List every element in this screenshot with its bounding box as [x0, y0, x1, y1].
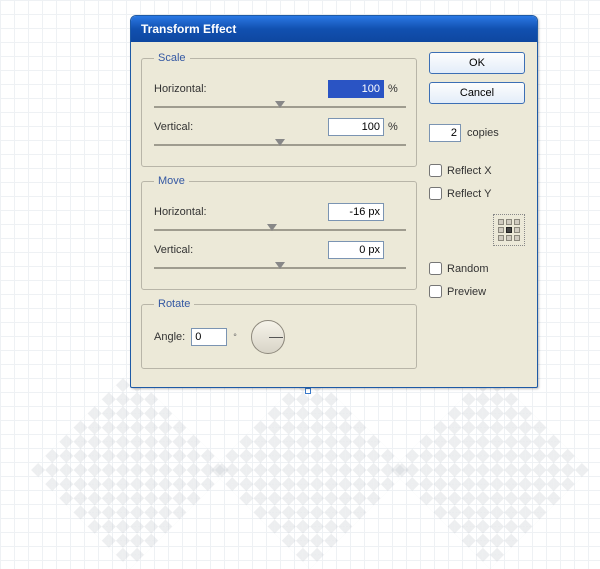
random-row[interactable]: Random	[429, 262, 525, 275]
copies-label: copies	[467, 127, 499, 139]
scale-horizontal-slider[interactable]	[154, 102, 406, 112]
canvas-shape	[391, 371, 589, 569]
rotate-group: Rotate Angle: °	[141, 298, 417, 369]
ok-button[interactable]: OK	[429, 52, 525, 74]
scale-vertical-unit: %	[388, 121, 406, 133]
angle-unit: °	[233, 332, 237, 342]
preview-label: Preview	[447, 286, 486, 298]
scale-vertical-label: Vertical:	[154, 121, 226, 133]
scale-horizontal-input[interactable]	[328, 80, 384, 98]
move-group: Move Horizontal: Vertical:	[141, 175, 417, 290]
preview-row[interactable]: Preview	[429, 285, 525, 298]
move-vertical-input[interactable]	[328, 241, 384, 259]
transform-effect-dialog: Transform Effect Scale Horizontal: % Ver…	[130, 15, 538, 388]
scale-horizontal-unit: %	[388, 83, 406, 95]
angle-label: Angle:	[154, 331, 185, 343]
dialog-title: Transform Effect	[141, 22, 236, 36]
move-legend: Move	[154, 175, 189, 187]
random-checkbox[interactable]	[429, 262, 442, 275]
move-horizontal-input[interactable]	[328, 203, 384, 221]
canvas-shape	[31, 371, 229, 569]
move-horizontal-label: Horizontal:	[154, 206, 226, 218]
dialog-titlebar[interactable]: Transform Effect	[131, 16, 537, 42]
reflect-y-label: Reflect Y	[447, 188, 491, 200]
angle-dial[interactable]	[251, 320, 285, 354]
scale-group: Scale Horizontal: % Vertical: %	[141, 52, 417, 167]
preview-checkbox[interactable]	[429, 285, 442, 298]
canvas-shape	[211, 371, 409, 569]
scale-legend: Scale	[154, 52, 190, 64]
reflect-x-checkbox[interactable]	[429, 164, 442, 177]
move-horizontal-slider[interactable]	[154, 225, 406, 235]
dialog-body: Scale Horizontal: % Vertical: % Move	[131, 42, 537, 387]
selection-handle[interactable]	[305, 388, 311, 394]
scale-vertical-input[interactable]	[328, 118, 384, 136]
scale-vertical-slider[interactable]	[154, 140, 406, 150]
cancel-button[interactable]: Cancel	[429, 82, 525, 104]
rotate-legend: Rotate	[154, 298, 194, 310]
reflect-x-label: Reflect X	[447, 165, 492, 177]
move-vertical-label: Vertical:	[154, 244, 226, 256]
origin-point-selector[interactable]	[493, 214, 525, 246]
random-label: Random	[447, 263, 489, 275]
move-vertical-slider[interactable]	[154, 263, 406, 273]
reflect-y-checkbox[interactable]	[429, 187, 442, 200]
scale-horizontal-label: Horizontal:	[154, 83, 226, 95]
reflect-y-row[interactable]: Reflect Y	[429, 187, 525, 200]
angle-input[interactable]	[191, 328, 227, 346]
copies-input[interactable]	[429, 124, 461, 142]
reflect-x-row[interactable]: Reflect X	[429, 164, 525, 177]
